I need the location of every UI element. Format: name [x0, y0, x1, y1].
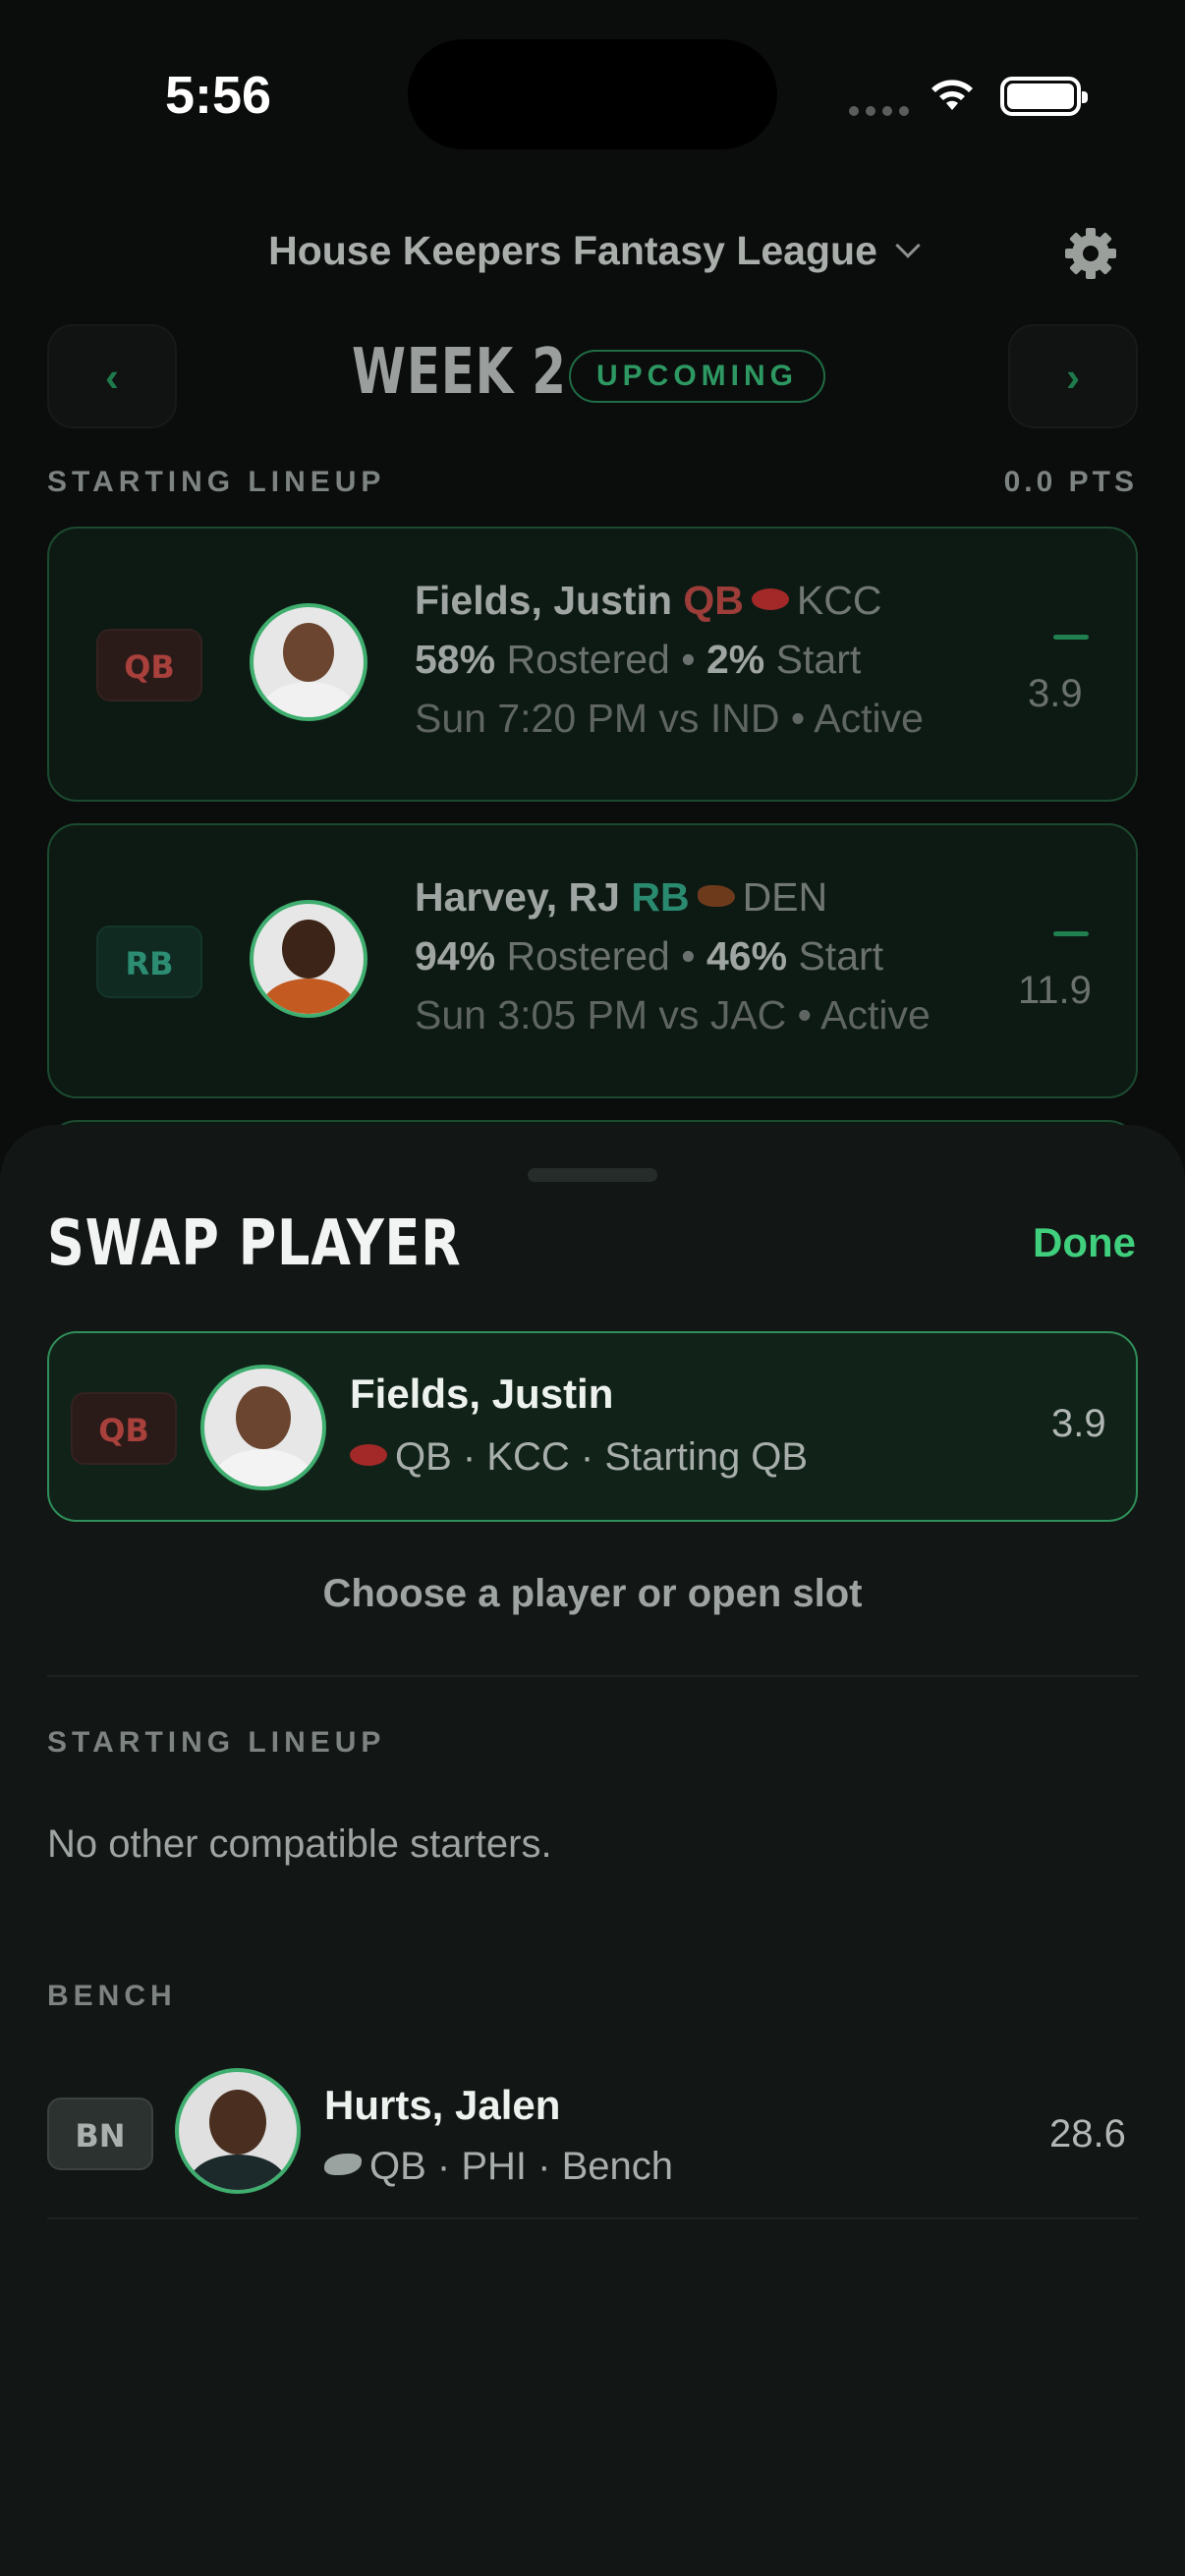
chevron-down-icon — [895, 233, 921, 258]
player-name: Fields, Justin — [415, 578, 672, 623]
bench-label: BENCH — [47, 1980, 177, 2012]
player-position: RB — [631, 874, 690, 920]
player-avatar — [250, 900, 367, 1018]
status-time: 5:56 — [165, 66, 272, 125]
selected-player-card: QB Fields, Justin QB · KCC · Starting QB… — [47, 1331, 1138, 1522]
selected-player-points: 3.9 — [1051, 1402, 1106, 1445]
bench-row[interactable]: BN Hurts, Jalen QB · PHI · Bench 28.6 — [0, 2058, 1185, 2215]
battery-icon — [1000, 77, 1088, 116]
next-week-button[interactable]: › — [1008, 324, 1138, 428]
dynamic-island — [408, 39, 777, 149]
slot-badge-qb: QB — [71, 1392, 177, 1465]
lineup-row-qb[interactable]: QB Fields, Justin QB KCC 58% Rostered • 2… — [47, 527, 1138, 802]
bench-player-points: 28.6 — [1049, 2112, 1126, 2156]
eagles-logo-icon — [324, 2154, 362, 2176]
player-team: DEN — [742, 874, 828, 920]
starting-lineup-label: STARTING LINEUP — [47, 1726, 386, 1759]
lineup-points: 0.0 PTS — [1003, 466, 1138, 498]
actual-points-dash — [1053, 931, 1089, 936]
slot-badge-rb: RB — [96, 925, 202, 998]
no-starters-message: No other compatible starters. — [47, 1822, 552, 1866]
player-avatar — [175, 2068, 301, 2194]
player-name-line: Harvey, RJ RB DEN — [415, 874, 827, 921]
projected-points: 11.9 — [1018, 969, 1092, 1012]
player-name-line: Fields, Justin QB KCC — [415, 578, 881, 624]
selected-player-info: QB · KCC · Starting QB — [350, 1435, 808, 1480]
prev-week-button[interactable]: ‹ — [47, 324, 177, 428]
actual-points-dash — [1053, 635, 1089, 640]
chiefs-logo-icon — [350, 1444, 387, 1467]
divider — [47, 1675, 1138, 1677]
done-button[interactable]: Done — [1033, 1219, 1136, 1266]
player-avatar — [250, 603, 367, 721]
slot-badge-qb: QB — [96, 629, 202, 701]
league-name: House Keepers Fantasy League — [268, 228, 877, 273]
swap-player-sheet: SWAP PLAYER Done QB Fields, Justin QB · … — [0, 1125, 1185, 2576]
player-avatar — [200, 1365, 326, 1490]
player-stats: 94% Rostered • 46% Start — [415, 933, 884, 979]
status-badge: UPCOMING — [569, 350, 825, 403]
choose-prompt: Choose a player or open slot — [322, 1572, 863, 1615]
sheet-title: SWAP PLAYER — [47, 1207, 462, 1280]
broncos-logo-icon — [697, 885, 735, 908]
gear-icon[interactable] — [1063, 226, 1118, 281]
selected-player-name: Fields, Justin — [350, 1371, 614, 1417]
player-position: QB — [683, 578, 744, 623]
status-bar: 5:56 — [0, 0, 1185, 187]
projected-points: 3.9 — [1028, 672, 1083, 715]
game-info: Sun 7:20 PM vs IND • Active — [415, 696, 924, 741]
starting-lineup-label: STARTING LINEUP — [47, 466, 386, 498]
game-info: Sun 3:05 PM vs JAC • Active — [415, 992, 931, 1037]
week-navigator: ‹ WEEK 2 UPCOMING › — [47, 322, 1138, 430]
slot-badge-bn: BN — [47, 2098, 153, 2170]
wifi-icon — [931, 80, 973, 110]
sheet-grabber[interactable] — [528, 1168, 657, 1182]
bench-player-info: QB · PHI · Bench — [324, 2145, 673, 2189]
player-name: Harvey, RJ — [415, 874, 620, 920]
league-selector[interactable]: House Keepers Fantasy League — [0, 228, 1185, 274]
player-team: KCC — [796, 578, 882, 623]
chiefs-logo-icon — [751, 588, 789, 611]
cellular-signal-icon — [849, 106, 909, 116]
lineup-row-rb[interactable]: RB Harvey, RJ RB DEN 94% Rostered • 46% S… — [47, 823, 1138, 1098]
divider — [47, 2217, 1138, 2219]
week-title: WEEK 2 — [352, 336, 567, 409]
bench-player-name: Hurts, Jalen — [324, 2082, 561, 2128]
player-stats: 58% Rostered • 2% Start — [415, 637, 862, 682]
